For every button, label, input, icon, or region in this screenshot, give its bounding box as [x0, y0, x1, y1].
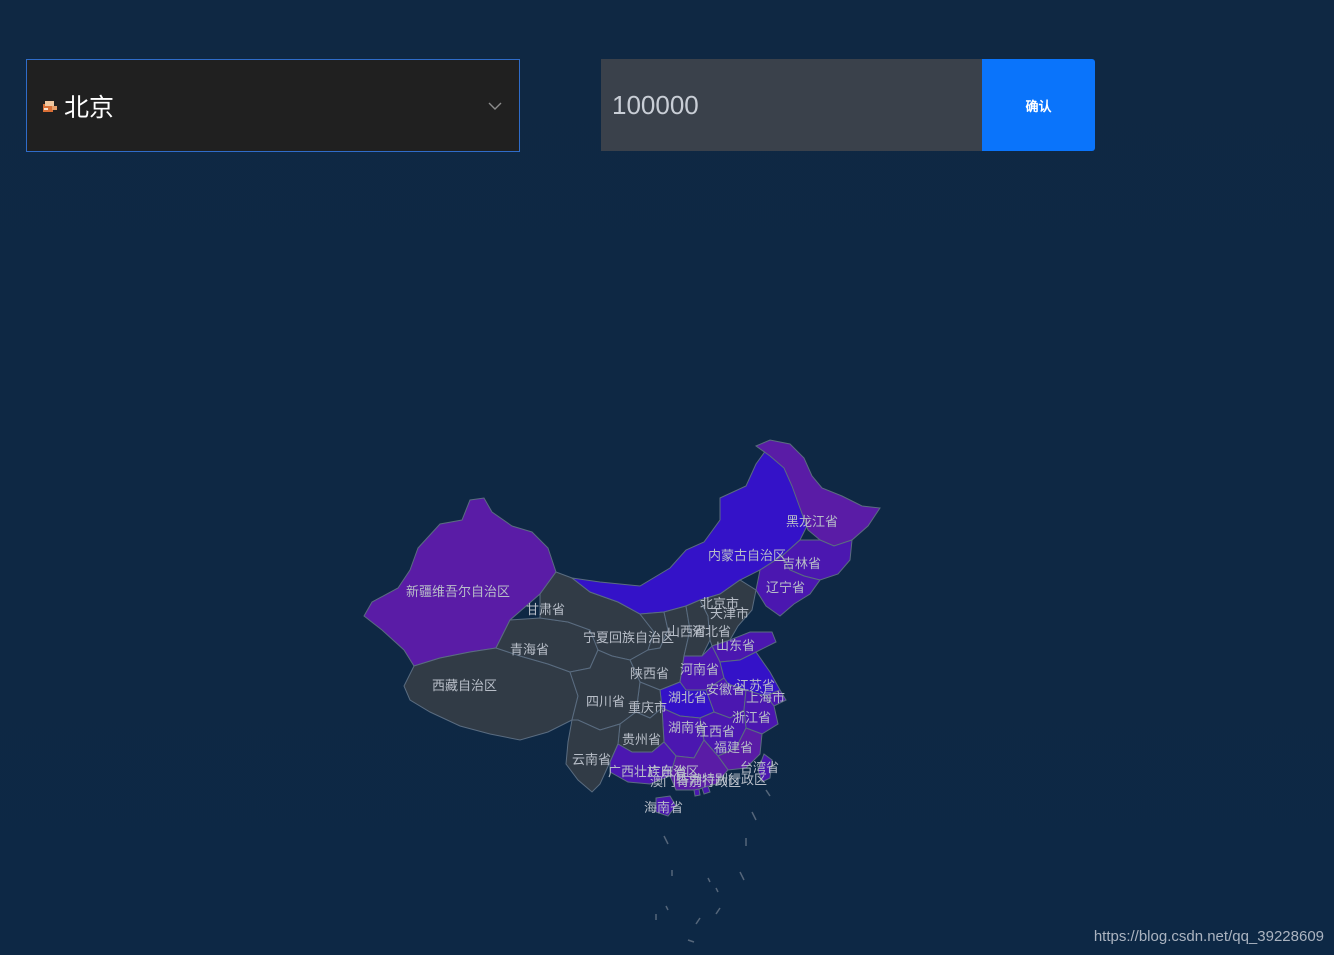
province-label: 辽宁省 — [766, 580, 805, 596]
province-shape[interactable] — [693, 788, 701, 797]
province-label: 宁夏回族自治区 — [583, 630, 674, 646]
china-map: 黑龙江省内蒙古自治区吉林省辽宁省新疆维吾尔自治区甘肃省 北京市天津市宁夏回族自治区… — [363, 439, 881, 943]
province-label: 山东省 — [716, 639, 755, 654]
province-label: 河南省 — [680, 662, 719, 678]
province-label: 浙江省 — [732, 711, 771, 726]
province-label: 甘肃省 — [526, 603, 565, 618]
province-label: 湖北省 — [668, 691, 707, 706]
province-label: 西藏自治区 — [432, 679, 497, 694]
province-label: 四川省 — [586, 695, 625, 710]
page: 北京 确认 — [0, 0, 1334, 955]
province-label: 安徽省 — [706, 683, 745, 698]
province-label: 陕西省 — [630, 667, 669, 682]
province-label: 云南省 — [572, 752, 611, 768]
province-label: 黑龙江省 — [786, 515, 838, 530]
province-label: 贵州省 — [622, 733, 661, 748]
province-label: 江西省 — [696, 725, 735, 740]
province-label: 吉林省 — [782, 557, 821, 572]
province-label: 内蒙古自治区 — [708, 548, 786, 564]
province-label: 新疆维吾尔自治区 — [406, 584, 510, 600]
province-label: 重庆市 — [628, 700, 667, 716]
province-label: 上海市 — [746, 690, 785, 706]
province-label: 澳门特别行政区 — [650, 774, 741, 790]
province-label: 天津市 — [710, 606, 749, 622]
province-label: 海南省 — [644, 800, 683, 816]
watermark: https://blog.csdn.net/qq_39228609 — [1093, 928, 1324, 945]
province-label: 河北省 — [692, 625, 731, 640]
province-label: 福建省 — [714, 741, 753, 756]
province-label: 青海省 — [510, 643, 549, 658]
